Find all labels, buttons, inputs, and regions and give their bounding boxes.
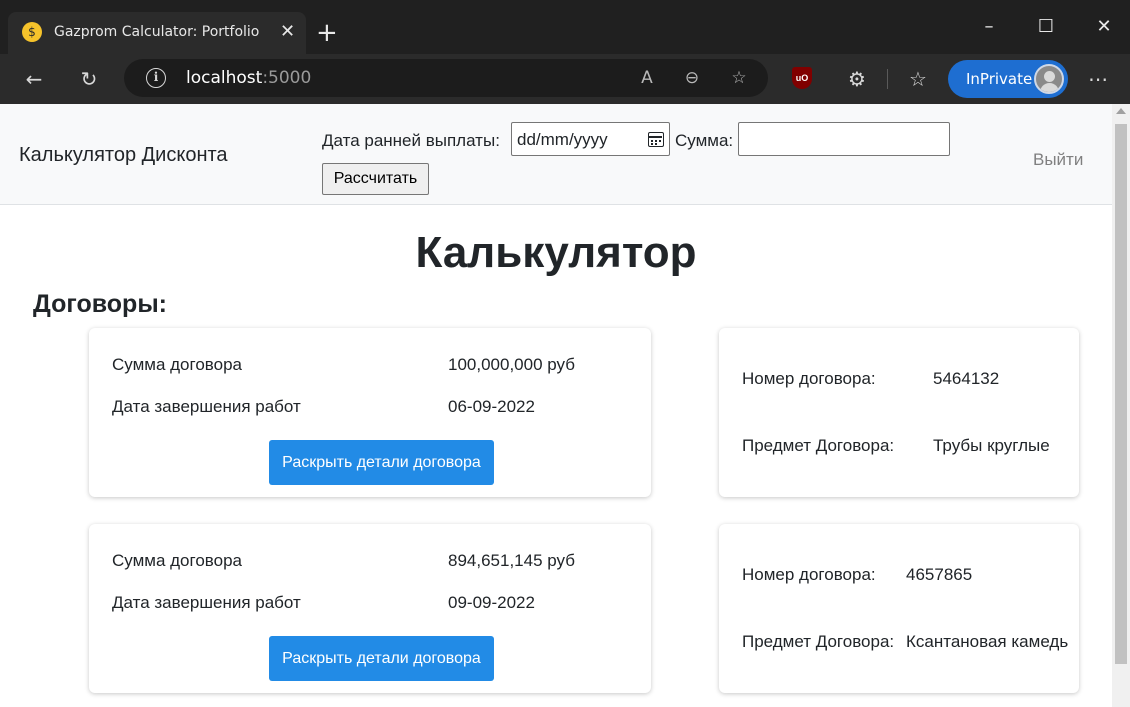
page-scrollbar[interactable] — [1112, 104, 1130, 707]
scroll-thumb[interactable] — [1115, 124, 1127, 664]
maximize-icon[interactable]: ☐ — [1031, 12, 1061, 42]
more-menu-icon[interactable]: ⋯ — [1083, 64, 1113, 94]
contract-subject-value: Трубы круглые — [933, 436, 1050, 455]
contract-number-label: Номер договора: — [742, 565, 876, 584]
show-details-button[interactable]: Раскрыть детали договора — [269, 440, 494, 485]
amount-label: Сумма договора — [112, 355, 242, 374]
profile-avatar[interactable] — [1034, 64, 1064, 94]
section-title: Договоры: — [33, 290, 167, 318]
date-label: Дата ранней выплаты: — [322, 131, 500, 150]
contract-summary-card: Сумма договора 894,651,145 руб Дата заве… — [89, 524, 651, 693]
read-aloud-icon[interactable]: A — [632, 63, 662, 93]
calendar-icon[interactable] — [648, 132, 664, 147]
inprivate-label: InPrivate — [966, 70, 1033, 88]
address-bar[interactable]: i localhost:5000 A ⊖ ☆ — [124, 59, 768, 97]
browser-toolbar: ← ↻ i localhost:5000 A ⊖ ☆ uO ⚙ ☆ InPriv… — [0, 54, 1130, 104]
amount-label: Сумма договора — [112, 551, 242, 570]
back-icon[interactable]: ← — [19, 64, 49, 94]
refresh-icon[interactable]: ↻ — [74, 64, 104, 94]
page-content: Калькулятор Дисконта Дата ранней выплаты… — [0, 104, 1112, 707]
end-date-value: 09-09-2022 — [448, 593, 535, 612]
minimize-icon[interactable]: – — [974, 12, 1004, 42]
date-placeholder: dd/mm/yyyy — [517, 130, 608, 149]
contract-info-card: Номер договора: 4657865 Предмет Договора… — [719, 524, 1079, 693]
close-window-icon[interactable]: ✕ — [1089, 12, 1119, 42]
early-payment-date-input[interactable]: dd/mm/yyyy — [511, 122, 670, 156]
sum-input[interactable] — [738, 122, 950, 156]
page-title: Калькулятор — [415, 228, 697, 277]
logout-link[interactable]: Выйти — [1033, 150, 1083, 170]
contract-number-value: 5464132 — [933, 369, 1000, 388]
money-mouth-icon: $ — [22, 22, 42, 42]
contract-summary-card: Сумма договора 100,000,000 руб Дата заве… — [89, 328, 651, 497]
contract-subject-value: Ксантановая камедь — [906, 632, 1069, 651]
show-details-button[interactable]: Раскрыть детали договора — [269, 636, 494, 681]
extensions-icon[interactable]: ⚙ — [842, 64, 872, 94]
contract-info-card: Номер договора: 5464132 Предмет Договора… — [719, 328, 1079, 497]
end-date-value: 06-09-2022 — [448, 397, 535, 416]
toolbar-divider — [887, 69, 888, 89]
new-tab-icon[interactable]: + — [316, 18, 338, 48]
calculate-button[interactable]: Рассчитать — [322, 163, 429, 195]
add-favorite-icon[interactable]: ☆ — [724, 63, 754, 93]
amount-value: 100,000,000 руб — [448, 355, 575, 374]
inprivate-button[interactable]: InPrivate — [948, 60, 1068, 98]
contract-number-value: 4657865 — [906, 565, 973, 584]
amount-value: 894,651,145 руб — [448, 551, 575, 570]
info-icon[interactable]: i — [146, 68, 166, 88]
contract-subject-label: Предмет Договора: — [742, 436, 895, 455]
favorites-icon[interactable]: ☆ — [903, 64, 933, 94]
contract-subject-label: Предмет Договора: — [742, 632, 895, 651]
scroll-up-arrow-icon[interactable] — [1116, 108, 1126, 114]
navbar: Калькулятор Дисконта Дата ранней выплаты… — [0, 104, 1112, 205]
browser-tab-strip: $ Gazprom Calculator: Portfolio ✕ + – ☐ … — [0, 0, 1130, 54]
ublock-extension-icon[interactable]: uO — [792, 67, 812, 89]
tab-title: Gazprom Calculator: Portfolio — [54, 24, 260, 40]
sum-label: Сумма: — [675, 131, 734, 150]
zoom-icon[interactable]: ⊖ — [677, 63, 707, 93]
close-tab-icon[interactable]: ✕ — [280, 22, 295, 42]
contract-number-label: Номер договора: — [742, 369, 876, 388]
browser-tab[interactable]: $ Gazprom Calculator: Portfolio ✕ — [8, 12, 306, 54]
end-date-label: Дата завершения работ — [112, 593, 301, 612]
url[interactable]: localhost:5000 — [186, 68, 311, 88]
end-date-label: Дата завершения работ — [112, 397, 301, 416]
brand[interactable]: Калькулятор Дисконта — [19, 144, 228, 167]
